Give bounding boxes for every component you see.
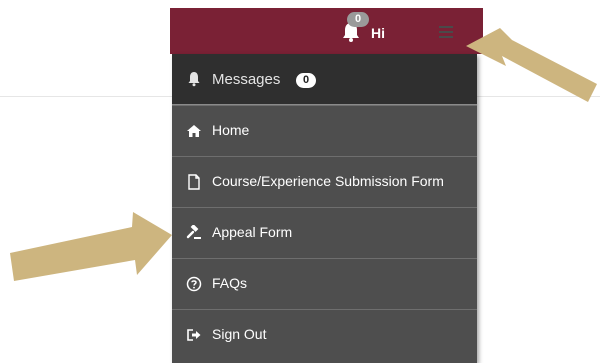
- menu-item-messages[interactable]: Messages 0: [172, 54, 477, 105]
- screenshot-stage: 0 Hi Messages 0 Home Course/Experience S…: [0, 0, 600, 363]
- document-icon: [188, 174, 200, 190]
- pointer-arrow-appeal-form: [10, 212, 172, 281]
- menu-item-sign-out[interactable]: Sign Out: [172, 309, 477, 360]
- gavel-icon: [186, 225, 201, 239]
- user-greeting[interactable]: Hi: [371, 25, 385, 41]
- home-icon: [187, 125, 201, 137]
- menu-item-label: FAQs: [212, 275, 248, 291]
- top-navbar: 0 Hi: [170, 8, 483, 54]
- notification-count-badge: 0: [347, 12, 369, 27]
- dropdown-menu: Messages 0 Home Course/Experience Submis…: [172, 54, 477, 363]
- messages-count-badge: 0: [296, 73, 316, 88]
- pointer-arrow-hamburger: [466, 28, 597, 102]
- question-circle-icon: [186, 276, 202, 292]
- menu-item-label: Messages: [212, 71, 281, 88]
- hamburger-menu-icon[interactable]: [439, 26, 453, 38]
- menu-item-course-submission[interactable]: Course/Experience Submission Form: [172, 156, 477, 207]
- menu-item-label: Sign Out: [212, 326, 267, 342]
- bell-icon: [188, 72, 200, 87]
- menu-item-appeal-form[interactable]: Appeal Form: [172, 207, 477, 258]
- sign-out-icon: [187, 329, 201, 341]
- menu-item-faqs[interactable]: FAQs: [172, 258, 477, 309]
- menu-item-home[interactable]: Home: [172, 105, 477, 156]
- menu-item-label: Appeal Form: [212, 224, 293, 240]
- menu-item-label: Home: [212, 122, 250, 138]
- menu-item-label: Course/Experience Submission Form: [212, 173, 444, 189]
